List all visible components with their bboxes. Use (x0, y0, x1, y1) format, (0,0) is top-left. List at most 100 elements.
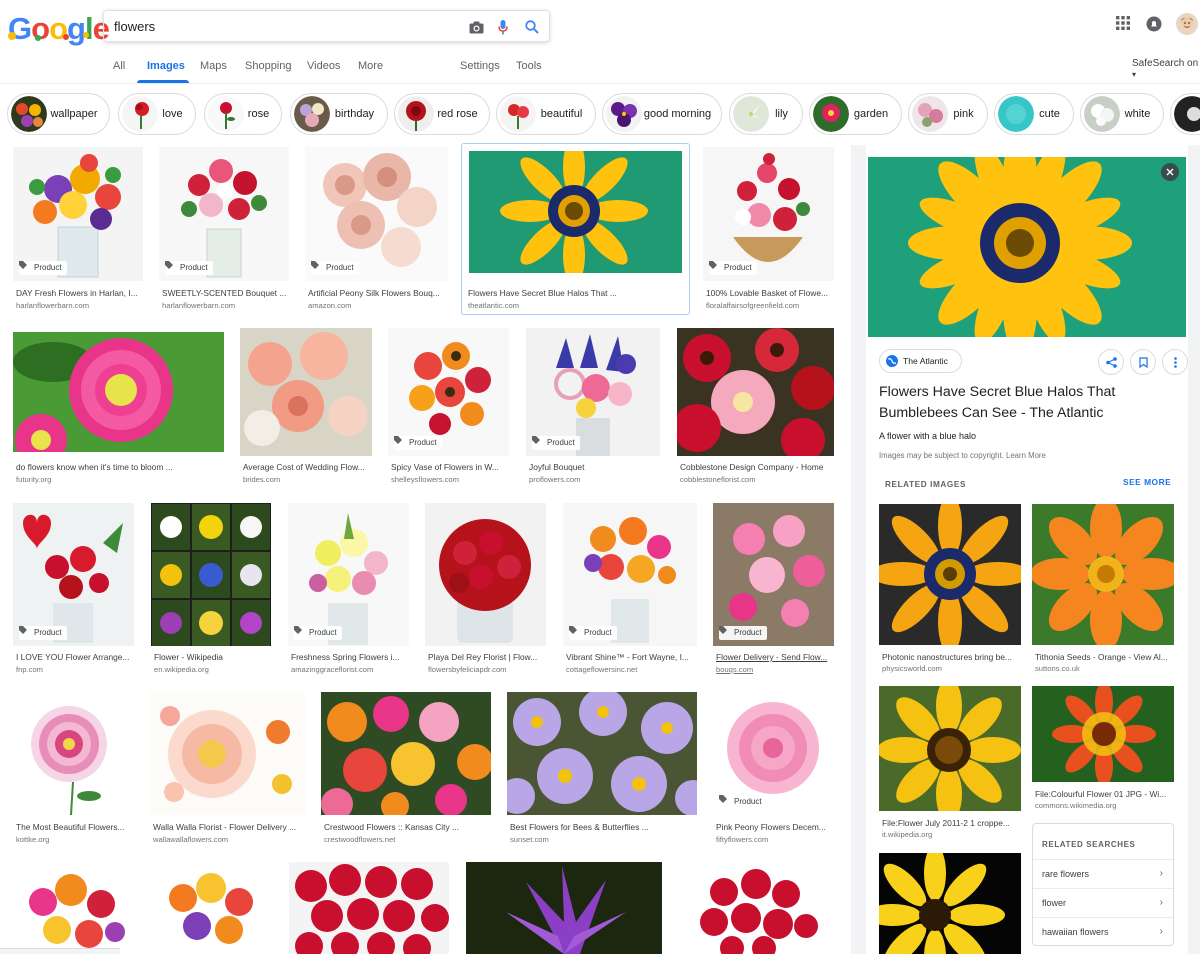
preview-title[interactable]: Flowers Have Secret Blue Halos That Bumb… (879, 382, 1179, 424)
see-more-link[interactable]: SEE MORE (1123, 477, 1171, 487)
camera-icon[interactable] (466, 17, 486, 37)
result-thumbnail (466, 862, 662, 954)
related-search-item[interactable]: rare flowers › (1033, 859, 1173, 887)
tab-videos[interactable]: Videos (307, 60, 340, 72)
microphone-icon[interactable] (493, 17, 513, 37)
tab-shopping[interactable]: Shopping (245, 60, 292, 72)
image-result[interactable]: Playa Del Rey Florist | Flow... flowersb… (425, 503, 546, 677)
chip-cute[interactable]: cute (994, 93, 1074, 135)
image-result[interactable]: do flowers know when it's time to bloom … (13, 332, 224, 487)
result-source: cobblestoneflorist.com (680, 475, 756, 484)
preview-image[interactable] (868, 157, 1186, 337)
settings-link[interactable]: Settings (460, 60, 500, 72)
share-button[interactable] (1098, 349, 1124, 375)
notifications-icon[interactable] (1146, 16, 1162, 37)
result-source: proflowers.com (529, 475, 581, 484)
related-image[interactable] (879, 853, 1021, 954)
chip-love[interactable]: love (118, 93, 196, 135)
image-result[interactable]: Average Cost of Wedding Flow... brides.c… (240, 328, 372, 487)
image-result[interactable]: Product Joyful Bouquet proflowers.com (526, 328, 660, 487)
related-search-label: hawaiian flowers (1042, 927, 1109, 937)
result-thumbnail: Product (526, 328, 660, 456)
chip-label: rose (247, 108, 270, 120)
chip-partial[interactable] (1170, 93, 1200, 135)
image-result[interactable]: Product I LOVE YOU Flower Arrange... fnp… (13, 503, 134, 677)
tab-more[interactable]: More (358, 60, 383, 72)
result-title: Average Cost of Wedding Flow... (243, 462, 365, 472)
image-result[interactable]: Product Vibrant Shine™ - Fort Wayne, I..… (563, 503, 697, 677)
chip-beautiful[interactable]: beautiful (496, 93, 596, 135)
related-title: File:Colourful Flower 01 JPG - Wi... (1035, 789, 1167, 799)
close-panel-button[interactable] (1161, 163, 1179, 181)
image-result[interactable]: Product Spicy Vase of Flowers in W... sh… (388, 328, 509, 487)
image-result[interactable] (289, 862, 449, 954)
related-image[interactable]: Photonic nanostructures bring be... phys… (879, 504, 1021, 674)
image-result[interactable]: Walla Walla Florist - Flower Delivery ..… (150, 692, 305, 847)
safesearch-toggle[interactable]: SafeSearch on ▾ (1132, 58, 1200, 80)
tab-images[interactable]: Images (147, 60, 185, 72)
preview-card: The Atlantic Flowers Have Secret Blue Ha… (866, 145, 1188, 954)
image-result[interactable]: Crestwood Flowers :: Kansas City ... cre… (321, 692, 491, 847)
result-title: Vibrant Shine™ - Fort Wayne, I... (566, 652, 689, 662)
image-result[interactable]: Cobblestone Design Company - Home cobble… (677, 328, 834, 487)
image-result[interactable]: Product SWEETLY-SCENTED Bouquet ... harl… (159, 147, 289, 312)
image-result[interactable]: Product DAY Fresh Flowers in Harlan, I..… (13, 147, 143, 312)
search-box[interactable] (103, 10, 550, 42)
chip-lily[interactable]: lily (729, 93, 803, 135)
product-badge: Product (719, 795, 767, 809)
image-result[interactable] (13, 862, 134, 954)
image-result-selected[interactable]: Flowers Have Secret Blue Halos That ... … (465, 151, 686, 311)
image-result[interactable]: Best Flowers for Bees & Butterflies ... … (507, 692, 697, 847)
related-image[interactable]: File:Colourful Flower 01 JPG - Wi... com… (1032, 686, 1174, 810)
chip-thumbnail (1174, 96, 1200, 132)
search-input[interactable] (114, 16, 454, 36)
source-chip[interactable]: The Atlantic (879, 349, 962, 373)
result-source: bouqs.com (716, 665, 754, 674)
image-result[interactable] (151, 862, 272, 954)
chip-thumbnail (606, 96, 642, 132)
apps-grid-icon[interactable] (1116, 16, 1130, 35)
product-badge: Product (569, 626, 617, 640)
tab-all[interactable]: All (113, 60, 125, 72)
chip-white[interactable]: white (1080, 93, 1164, 135)
result-thumbnail: Product (13, 147, 143, 281)
image-result[interactable]: Product Pink Peony Flowers Decem... fift… (713, 692, 834, 847)
image-result[interactable]: Product Flower Delivery - Send Flow... b… (713, 503, 834, 677)
chip-thumbnail (294, 96, 330, 132)
chip-garden[interactable]: garden (809, 93, 902, 135)
related-image[interactable]: File:Flower July 2011-2 1 croppe... it.w… (879, 686, 1021, 841)
image-result[interactable]: Flower - Wikipedia en.wikipedia.org (151, 503, 271, 677)
chip-good-morning[interactable]: good morning (602, 93, 722, 135)
result-title: Flower - Wikipedia (154, 652, 223, 662)
preview-description: A flower with a blue halo (879, 431, 977, 441)
chip-birthday[interactable]: birthday (290, 93, 388, 135)
image-result[interactable]: Product Freshness Spring Flowers i... am… (288, 503, 409, 677)
tag-icon (532, 436, 540, 444)
image-result[interactable] (466, 862, 662, 954)
related-source: suttons.co.uk (1035, 664, 1080, 673)
more-options-button[interactable] (1162, 349, 1188, 375)
avatar[interactable] (1176, 13, 1198, 40)
chip-rose[interactable]: rose (204, 93, 282, 135)
tools-link[interactable]: Tools (516, 60, 542, 72)
image-result[interactable]: Product 100% Lovable Basket of Flowe... … (703, 147, 834, 312)
chip-wallpaper[interactable]: wallpaper (7, 93, 110, 135)
related-title: File:Flower July 2011-2 1 croppe... (882, 818, 1010, 828)
save-button[interactable] (1130, 349, 1156, 375)
tab-maps[interactable]: Maps (200, 60, 227, 72)
learn-more-link[interactable]: Learn More (1006, 451, 1046, 460)
image-result[interactable]: Product Artificial Peony Silk Flowers Bo… (305, 147, 448, 312)
chip-pink[interactable]: pink (908, 93, 988, 135)
chip-thumbnail (122, 96, 158, 132)
image-result[interactable] (678, 862, 834, 954)
suggestion-chips: wallpaper love rose birthday red rose be… (0, 93, 1200, 137)
product-badge: Product (294, 626, 342, 640)
related-search-item[interactable]: hawaiian flowers › (1033, 917, 1173, 945)
image-result[interactable]: The Most Beautiful Flowers... kottke.org (13, 692, 134, 847)
status-bar (0, 948, 120, 954)
related-search-item[interactable]: flower › (1033, 888, 1173, 916)
search-icon[interactable] (522, 17, 542, 37)
chip-red-rose[interactable]: red rose (394, 93, 490, 135)
product-badge-label: Product (584, 628, 612, 637)
related-image[interactable]: Tithonia Seeds - Orange - View Al... sut… (1032, 504, 1174, 674)
